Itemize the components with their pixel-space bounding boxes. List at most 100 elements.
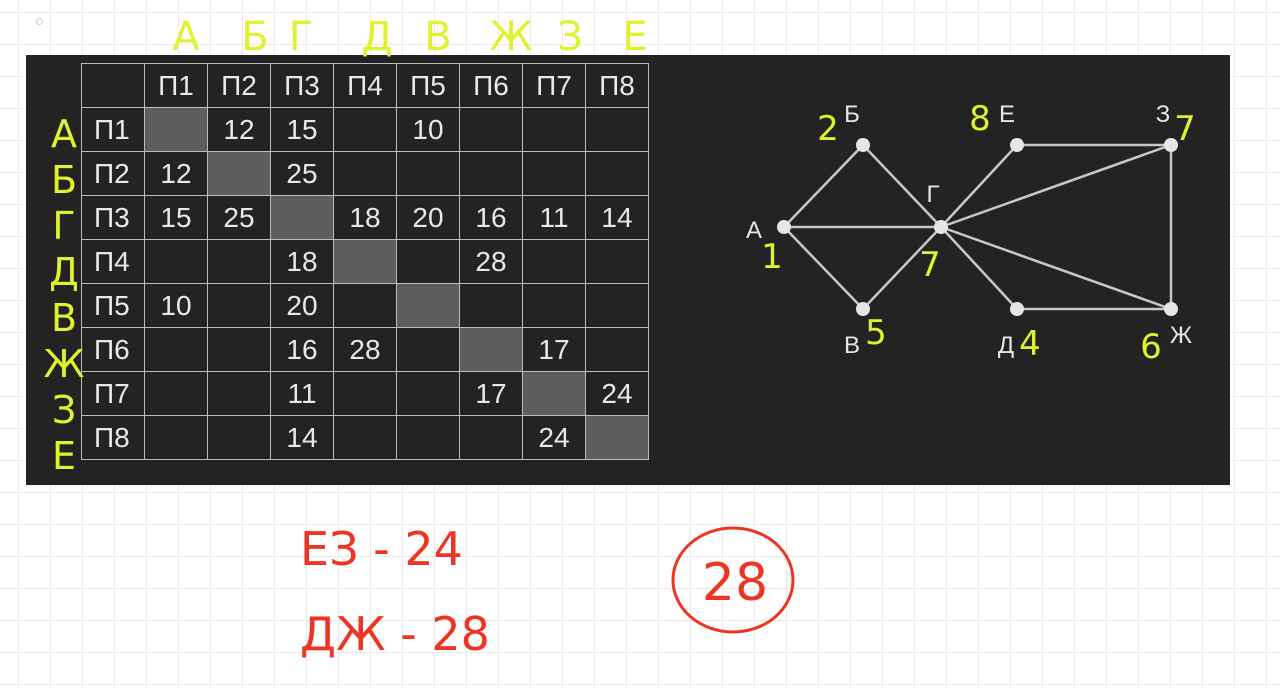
matrix-cell: 20: [270, 283, 334, 328]
matrix-cell: 25: [207, 195, 271, 240]
column-header: П3: [270, 63, 334, 108]
row-header: П5: [81, 283, 145, 328]
matrix-header-row: П1 П2 П3 П4 П5 П6 П7 П8: [81, 63, 649, 108]
column-header: П2: [207, 63, 271, 108]
matrix-cell: 28: [333, 327, 397, 372]
matrix-cell: 14: [585, 195, 649, 240]
matrix-row: П3 15 25 18 20 16 11 14: [81, 195, 649, 240]
matrix-cell: [585, 239, 649, 284]
matrix-cell: 18: [333, 195, 397, 240]
matrix-cell: 24: [522, 415, 586, 460]
column-letter: Б: [241, 14, 268, 60]
column-letter-annotations: АБГ ДВЖЗЕ: [172, 14, 647, 60]
column-header: П8: [585, 63, 649, 108]
column-letter: А: [172, 14, 200, 60]
matrix-row: П2 12 25: [81, 151, 649, 196]
column-header: П5: [396, 63, 460, 108]
matrix-cell: [522, 151, 586, 196]
matrix-cell: [459, 283, 523, 328]
matrix-cell: 16: [270, 327, 334, 372]
matrix-cell: [144, 239, 208, 284]
matrix-cell: [396, 327, 460, 372]
column-letter: Г: [289, 14, 313, 60]
matrix-row: П5 10 20: [81, 283, 649, 328]
matrix-cell: [585, 283, 649, 328]
matrix-cell: [207, 327, 271, 372]
row-header: П1: [81, 107, 145, 152]
matrix-cell: 17: [522, 327, 586, 372]
matrix-cell: [333, 371, 397, 416]
column-header: П1: [144, 63, 208, 108]
column-letter: Д: [361, 14, 392, 60]
matrix-cell: [585, 151, 649, 196]
matrix-cell: [396, 151, 460, 196]
note-ez: ЕЗ - 24: [300, 522, 463, 576]
diagonal-cell: [522, 371, 586, 416]
weight-matrix: П1 П2 П3 П4 П5 П6 П7 П8 П1 12 15 10 П2 12 25 П3 15 25 18 20…: [81, 63, 649, 460]
matrix-cell: [144, 415, 208, 460]
matrix-cell: [522, 239, 586, 284]
matrix-cell: 15: [270, 107, 334, 152]
diagonal-cell: [270, 195, 334, 240]
column-letter: З: [557, 14, 583, 60]
matrix-cell: 17: [459, 371, 523, 416]
matrix-cell: [522, 283, 586, 328]
matrix-cell: [207, 239, 271, 284]
column-letter: В: [424, 14, 451, 60]
matrix-cell: [585, 107, 649, 152]
matrix-cell: 12: [144, 151, 208, 196]
row-header: П7: [81, 371, 145, 416]
column-header: П6: [459, 63, 523, 108]
matrix-cell: 16: [459, 195, 523, 240]
matrix-cell: 14: [270, 415, 334, 460]
matrix-row: П7 11 17 24: [81, 371, 649, 416]
row-header: П6: [81, 327, 145, 372]
diagonal-cell: [333, 239, 397, 284]
column-header: П4: [333, 63, 397, 108]
canvas-origin-dot: [36, 18, 43, 25]
matrix-cell: [207, 371, 271, 416]
note-dzh: ДЖ - 28: [300, 607, 490, 661]
matrix-cell: [207, 283, 271, 328]
row-header: П8: [81, 415, 145, 460]
column-letter: Ж: [489, 14, 532, 60]
diagonal-cell: [207, 151, 271, 196]
column-letter: Е: [622, 14, 647, 60]
matrix-row: П1 12 15 10: [81, 107, 649, 152]
matrix-row: П4 18 28: [81, 239, 649, 284]
matrix-cell: 10: [144, 283, 208, 328]
matrix-cell: [333, 283, 397, 328]
matrix-cell: 20: [396, 195, 460, 240]
matrix-cell: 12: [207, 107, 271, 152]
matrix-cell: 15: [144, 195, 208, 240]
diagonal-cell: [585, 415, 649, 460]
answer-circle: [671, 526, 795, 634]
matrix-cell: [333, 415, 397, 460]
matrix-cell: [459, 415, 523, 460]
matrix-cell: 25: [270, 151, 334, 196]
matrix-cell: 18: [270, 239, 334, 284]
row-header: П4: [81, 239, 145, 284]
matrix-cell: 24: [585, 371, 649, 416]
matrix-cell: [333, 107, 397, 152]
row-header: П3: [81, 195, 145, 240]
matrix-cell: [585, 327, 649, 372]
matrix-cell: [459, 107, 523, 152]
matrix-cell: [459, 151, 523, 196]
matrix-cell: [144, 371, 208, 416]
matrix-cell: [144, 327, 208, 372]
column-header: П7: [522, 63, 586, 108]
matrix-corner-cell: [81, 63, 145, 108]
matrix-cell: [396, 371, 460, 416]
matrix-row: П8 14 24: [81, 415, 649, 460]
matrix-cell: 11: [522, 195, 586, 240]
diagonal-cell: [396, 283, 460, 328]
matrix-cell: [396, 239, 460, 284]
diagonal-cell: [459, 327, 523, 372]
matrix-row: П6 16 28 17: [81, 327, 649, 372]
diagonal-cell: [144, 107, 208, 152]
matrix-cell: [333, 151, 397, 196]
matrix-cell: [396, 415, 460, 460]
row-header: П2: [81, 151, 145, 196]
matrix-cell: 11: [270, 371, 334, 416]
